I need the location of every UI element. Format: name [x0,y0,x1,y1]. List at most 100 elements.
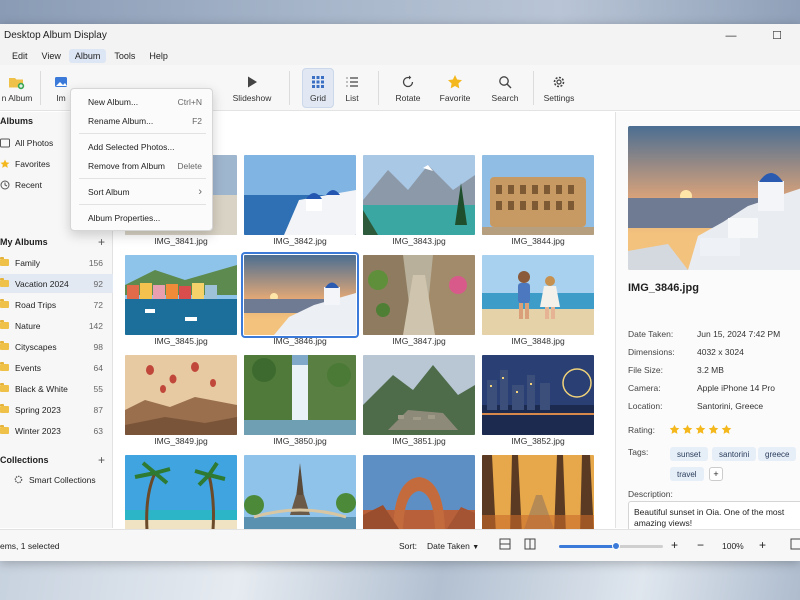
menu-view[interactable]: View [36,49,67,63]
sidebar-album-item[interactable]: Spring 2023 87 [0,400,113,419]
menu-tools[interactable]: Tools [108,49,141,63]
add-tag-button[interactable]: + [709,467,723,481]
photo-filename: IMG_3847.jpg [392,336,446,346]
photo-thumbnail[interactable]: IMG_3852.jpg [482,355,594,451]
photo-thumbnail[interactable]: IMG_3846.jpg [241,252,359,351]
zoom-in-button-2[interactable]: + [759,538,766,552]
search-button[interactable]: Search [489,68,521,108]
detail-value: 3.2 MB [697,365,724,375]
album-label: Family [15,257,41,268]
star-icon[interactable] [721,424,732,437]
zoom-out-button[interactable]: − [697,538,704,552]
menu-item-album-properties[interactable]: Album Properties... [71,209,214,227]
photo-thumbnail[interactable]: IMG_3845.jpg [125,255,237,351]
photo-filename: IMG_3848.jpg [511,336,565,346]
photo-image [482,355,594,435]
detail-row: File Size: 3.2 MB [628,365,800,375]
gear-icon [14,475,28,484]
search-icon [497,74,513,90]
menu-edit[interactable]: Edit [6,49,34,63]
photo-filename: IMG_3843.jpg [392,236,446,246]
folder-icon [0,404,14,413]
minimize-button[interactable]: — [708,24,754,47]
sidebar-album-item[interactable]: Family 156 [0,253,113,272]
tag-chip[interactable]: santorini [712,447,757,461]
star-icon[interactable] [669,424,680,437]
split-pane-icon[interactable] [524,538,536,552]
sidebar-album-item[interactable]: Vacation 2024 92 [0,274,113,293]
new-album-button[interactable]: n Album [0,68,34,108]
slideshow-label: Slideshow [232,92,272,103]
menu-album[interactable]: Album [68,49,107,63]
add-collection-button[interactable]: + [98,453,105,467]
photo-filename: IMG_3846.jpg [273,336,327,346]
photo-thumbnail[interactable]: IMG_3848.jpg [482,255,594,351]
zoom-slider-thumb[interactable] [612,542,621,550]
sidebar-album-item[interactable]: Road Trips 72 [0,295,113,314]
single-pane-icon[interactable] [499,538,511,552]
photo-thumbnail[interactable]: IMG_3849.jpg [125,355,237,451]
album-label: Road Trips [15,299,57,310]
add-album-button[interactable]: + [98,235,105,249]
fit-screen-icon[interactable] [790,538,800,552]
menu-item-add-selected-photos[interactable]: Add Selected Photos... [71,138,214,156]
menu-item-new-album[interactable]: New Album... Ctrl+N [71,93,214,111]
slideshow-button[interactable]: Slideshow [226,68,278,108]
photo-thumbnail[interactable]: IMG_3842.jpg [244,155,356,251]
zoom-in-button[interactable]: + [671,538,678,552]
sidebar-album-item[interactable]: Events 64 [0,358,113,377]
menu-help[interactable]: Help [143,49,174,63]
star-icon[interactable] [695,424,706,437]
photo-filename: IMG_3852.jpg [511,436,565,446]
grid-icon [310,74,326,90]
settings-button[interactable]: Settings [543,68,575,108]
detail-key: File Size: [628,365,663,375]
menu-item-sort-album[interactable]: Sort Album › [71,183,214,201]
sidebar-album-item[interactable]: Black & White 55 [0,379,113,398]
sidebar-album-item[interactable]: Cityscapes 98 [0,337,113,356]
import-button[interactable]: Im [52,68,70,108]
photo-thumbnail[interactable]: IMG_3850.jpg [244,355,356,451]
photo-thumbnail[interactable]: IMG_3847.jpg [363,255,475,351]
menu-separator [79,133,206,134]
sidebar-item-smart-collections[interactable]: Smart Collections [0,470,113,489]
tag-chip[interactable]: travel [670,467,704,481]
my-albums-section-header: My Albums + [0,235,105,249]
maximize-button[interactable]: ☐ [754,24,800,47]
tag-chip[interactable]: sunset [670,447,708,461]
star-icon[interactable] [682,424,693,437]
list-icon [344,74,360,90]
sidebar-album-item[interactable]: Winter 2023 63 [0,421,113,440]
photo-image [482,155,594,235]
rotate-button[interactable]: Rotate [392,68,424,108]
photo-filename: IMG_3842.jpg [273,236,327,246]
folder-icon [0,278,14,287]
menu-item-remove-from-album[interactable]: Remove from Album Delete [71,157,214,175]
photo-thumbnail[interactable]: IMG_3851.jpg [363,355,475,451]
tag-chip[interactable]: greece [758,447,797,461]
album-count: 98 [93,341,103,352]
grid-view-button[interactable]: Grid [302,68,334,108]
album-count: 87 [93,404,103,415]
folder-icon [0,257,14,266]
title-bar: Desktop Album Display — ☐ [0,24,800,47]
favorite-button[interactable]: Favorite [438,68,472,108]
photo-thumbnail[interactable]: IMG_3843.jpg [363,155,475,251]
rating-stars[interactable] [669,424,732,437]
list-view-button[interactable]: List [338,68,366,108]
sort-dropdown[interactable]: Date Taken ▼ [427,541,479,551]
photo-image [482,255,594,335]
photo-filename: IMG_3841.jpg [154,236,208,246]
photo-thumbnail[interactable]: IMG_3844.jpg [482,155,594,251]
menu-item-rename-album[interactable]: Rename Album... F2 [71,112,214,130]
sidebar-album-item[interactable]: Nature 142 [0,316,113,335]
detail-key: Location: [628,401,663,411]
sort-label: Sort: [399,541,417,551]
folder-icon [0,383,14,392]
detail-key: Camera: [628,383,661,393]
zoom-slider[interactable] [559,542,663,550]
detail-value: Apple iPhone 14 Pro [697,383,775,393]
star-icon[interactable] [708,424,719,437]
sidebar-item-label: Favorites [15,158,50,169]
album-label: Black & White [15,383,68,394]
